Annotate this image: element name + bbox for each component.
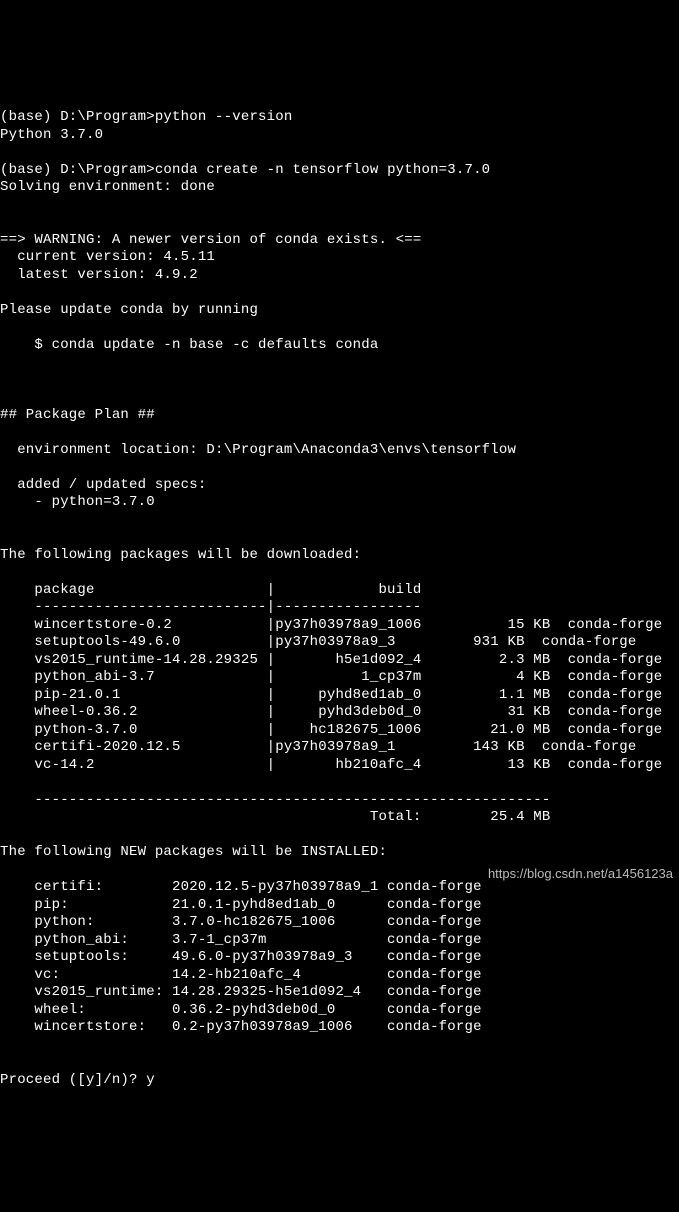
table-header: package | build <box>0 582 421 598</box>
download-package-row: pip-21.0.1 | pyhd8ed1ab_0 1.1 MB conda-f… <box>0 687 662 703</box>
download-header: The following packages will be downloade… <box>0 547 361 563</box>
new-package-row: wheel: 0.36.2-pyhd3deb0d_0 conda-forge <box>0 1002 482 1018</box>
command-text: conda create -n tensorflow python=3.7.0 <box>155 162 490 178</box>
warning-latest-version: latest version: 4.9.2 <box>0 267 198 283</box>
blank <box>0 354 9 370</box>
download-package-row: vs2015_runtime-14.28.29325 | h5e1d092_4 … <box>0 652 662 668</box>
command-text: python --version <box>155 109 293 125</box>
solving-env: Solving environment: done <box>0 179 215 195</box>
new-package-row: wincertstore: 0.2-py37h03978a9_1006 cond… <box>0 1019 482 1035</box>
blank <box>0 197 9 213</box>
download-package-row: wincertstore-0.2 |py37h03978a9_1006 15 K… <box>0 617 662 633</box>
shell-prompt: (base) D:\Program> <box>0 162 155 178</box>
watermark-url: https://blog.csdn.net/a1456123a <box>488 866 673 882</box>
blank <box>0 284 9 300</box>
new-package-row: python: 3.7.0-hc182675_1006 conda-forge <box>0 914 482 930</box>
new-package-rows: certifi: 2020.12.5-py37h03978a9_1 conda-… <box>0 879 679 1037</box>
added-spec: - python=3.7.0 <box>0 494 155 510</box>
terminal-output[interactable]: (base) D:\Program>python --version Pytho… <box>0 88 679 1090</box>
warning-header: ==> WARNING: A newer version of conda ex… <box>0 232 421 248</box>
python-version: Python 3.7.0 <box>0 127 103 143</box>
env-location: environment location: D:\Program\Anacond… <box>0 442 516 458</box>
download-package-row: certifi-2020.12.5 |py37h03978a9_1 143 KB… <box>0 739 637 755</box>
new-package-row: certifi: 2020.12.5-py37h03978a9_1 conda-… <box>0 879 482 895</box>
proceed-prompt: Proceed ([y]/n)? <box>0 1072 146 1088</box>
shell-prompt: (base) D:\Program> <box>0 109 155 125</box>
package-plan-header: ## Package Plan ## <box>0 407 155 423</box>
new-packages-header: The following NEW packages will be INSTA… <box>0 844 387 860</box>
blank <box>0 372 9 388</box>
blank <box>0 1054 9 1070</box>
download-package-row: wheel-0.36.2 | pyhd3deb0d_0 31 KB conda-… <box>0 704 662 720</box>
please-update: Please update conda by running <box>0 302 258 318</box>
download-package-row: vc-14.2 | hb210afc_4 13 KB conda-forge <box>0 757 662 773</box>
new-package-row: python_abi: 3.7-1_cp37m conda-forge <box>0 932 482 948</box>
new-package-row: setuptools: 49.6.0-py37h03978a9_3 conda-… <box>0 949 482 965</box>
table-end-rule: ----------------------------------------… <box>0 792 551 808</box>
new-package-row: pip: 21.0.1-pyhd8ed1ab_0 conda-forge <box>0 897 482 913</box>
new-package-row: vc: 14.2-hb210afc_4 conda-forge <box>0 967 482 983</box>
warning-current-version: current version: 4.5.11 <box>0 249 215 265</box>
blank <box>0 424 9 440</box>
download-package-rows: wincertstore-0.2 |py37h03978a9_1006 15 K… <box>0 617 679 775</box>
download-package-row: setuptools-49.6.0 |py37h03978a9_3 931 KB… <box>0 634 637 650</box>
proceed-answer[interactable]: y <box>146 1072 155 1088</box>
total-line: Total: 25.4 MB <box>0 809 551 825</box>
blank <box>0 827 9 843</box>
blank <box>0 389 9 405</box>
blank <box>0 862 9 878</box>
blank <box>0 529 9 545</box>
blank <box>0 319 9 335</box>
blank <box>0 564 9 580</box>
blank <box>0 512 9 528</box>
blank <box>0 144 9 160</box>
blank <box>0 459 9 475</box>
new-package-row: vs2015_runtime: 14.28.29325-h5e1d092_4 c… <box>0 984 482 1000</box>
blank <box>0 214 9 230</box>
update-command: $ conda update -n base -c defaults conda <box>0 337 378 353</box>
download-package-row: python_abi-3.7 | 1_cp37m 4 KB conda-forg… <box>0 669 662 685</box>
added-specs-header: added / updated specs: <box>0 477 206 493</box>
download-package-row: python-3.7.0 | hc182675_1006 21.0 MB con… <box>0 722 662 738</box>
table-rule: ---------------------------|------------… <box>0 599 421 615</box>
